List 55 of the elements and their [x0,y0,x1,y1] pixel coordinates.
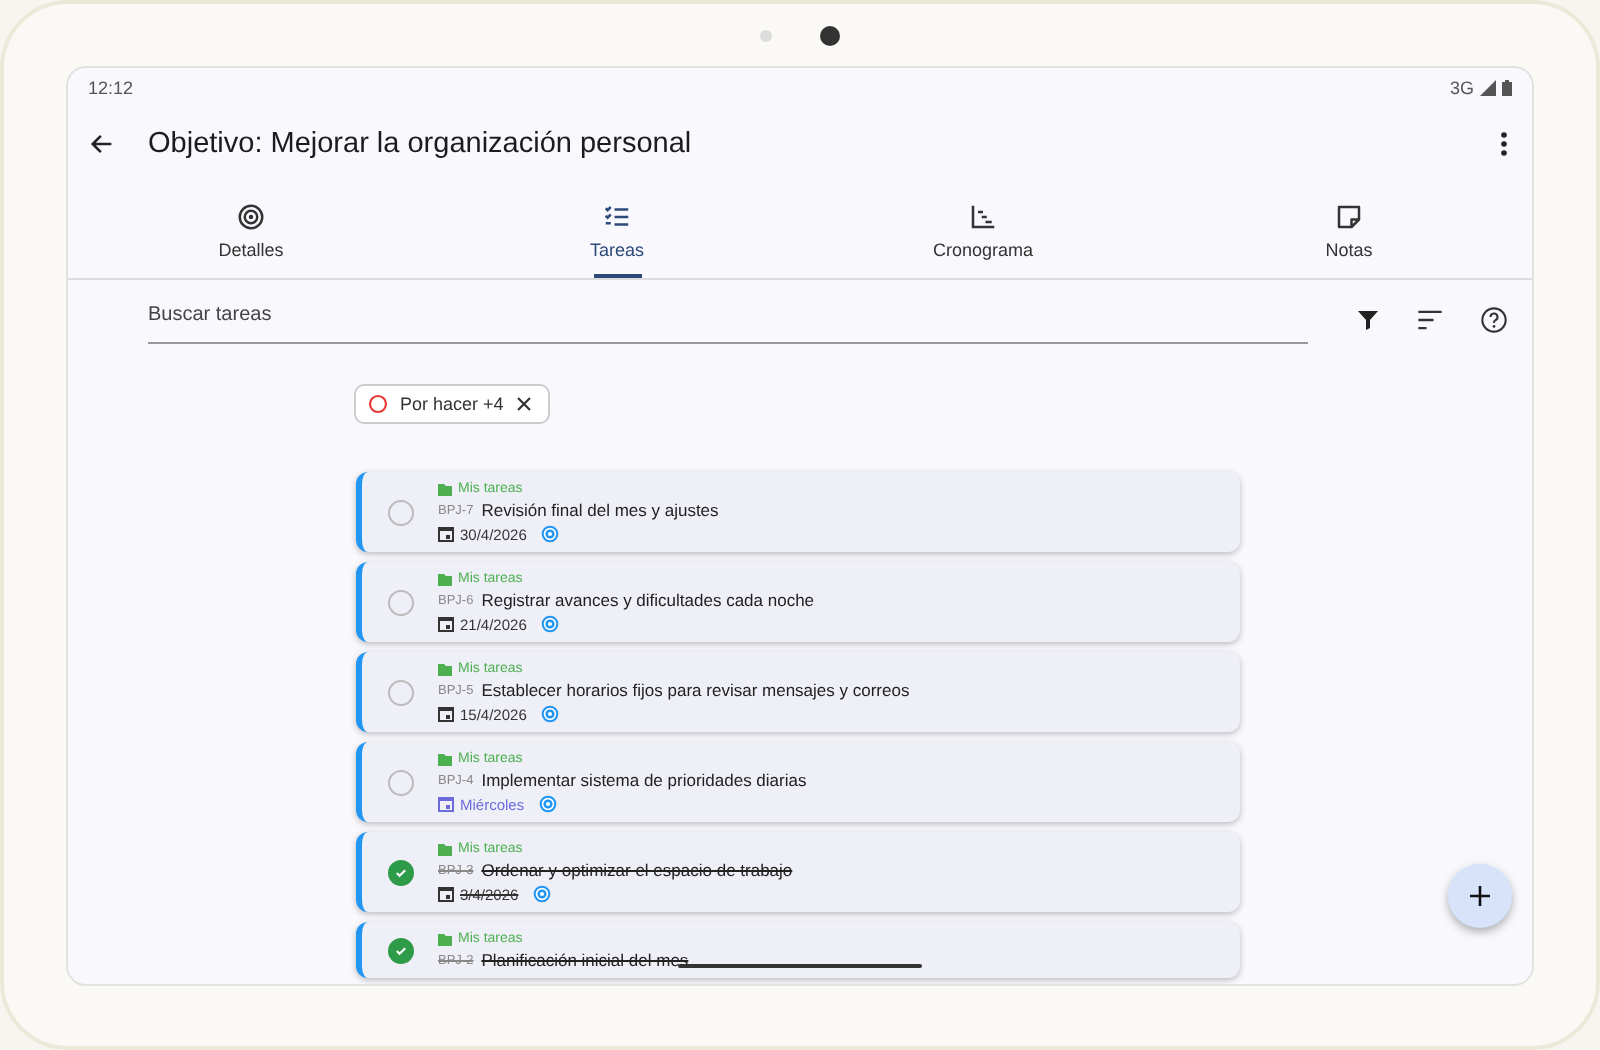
target-icon [532,884,553,904]
search-field[interactable]: Buscar tareas [148,296,1308,344]
checkmark-icon [394,866,408,880]
plus-icon [1470,886,1490,906]
signal-icon [1480,80,1496,96]
folder-icon [438,843,452,855]
camera-icon [820,25,840,45]
task-title: Ordenar y optimizar el espacio de trabajo [481,860,793,880]
filter-icon [1356,308,1380,332]
back-arrow-icon [88,130,116,158]
folder-icon [438,663,452,675]
note-icon [1334,202,1364,232]
close-icon [515,396,532,412]
sensor-icon [760,29,772,41]
help-icon [1480,306,1508,334]
task-title: Registrar avances y dificultades cada noche [481,590,815,610]
task-checkbox[interactable] [388,500,414,526]
folder-icon [438,573,452,585]
tab[interactable]: Detalles [68,184,434,278]
target-icon [540,524,561,544]
task-checkbox[interactable] [388,938,414,964]
task-checkbox[interactable] [388,770,414,796]
task-checkbox[interactable] [388,590,414,616]
screen-title: Objetivo: Mejorar la organización personal [148,128,694,160]
add-button[interactable] [1448,864,1512,928]
sort-icon [1416,308,1444,332]
calendar-icon [438,526,454,542]
checkmark-icon [394,944,408,958]
network-label: 3G [1449,78,1474,98]
task-checkbox[interactable] [388,860,414,886]
calendar-icon [438,706,454,722]
folder-icon [438,483,452,495]
timeline-icon [968,202,998,232]
status-time: 12:12 [88,78,134,98]
task-checkbox[interactable] [388,680,414,706]
tab[interactable]: Notas [1166,184,1532,278]
status-filter-chip[interactable]: Por hacer +4 [354,384,550,424]
folder-icon [438,753,452,765]
help-button[interactable] [1476,302,1512,338]
calendar-icon [438,616,454,632]
target-icon [540,614,561,634]
checklist-icon [602,202,632,232]
target-icon [540,704,561,724]
battery-icon [1502,80,1512,96]
task-title: Establecer horarios fijos para revisar mensajes y correos [481,680,910,700]
tab[interactable]: Cronograma [800,184,1166,278]
calendar-icon [438,796,454,812]
task-title: Implementar sistema de prioridades diarias [481,770,807,790]
target-icon [236,202,266,232]
tab[interactable]: Tareas [434,184,800,278]
calendar-icon [438,886,454,902]
circle-icon [368,394,388,414]
task-title: Revisión final del mes y ajustes [481,500,719,520]
folder-icon [438,933,452,945]
target-icon [538,794,559,814]
